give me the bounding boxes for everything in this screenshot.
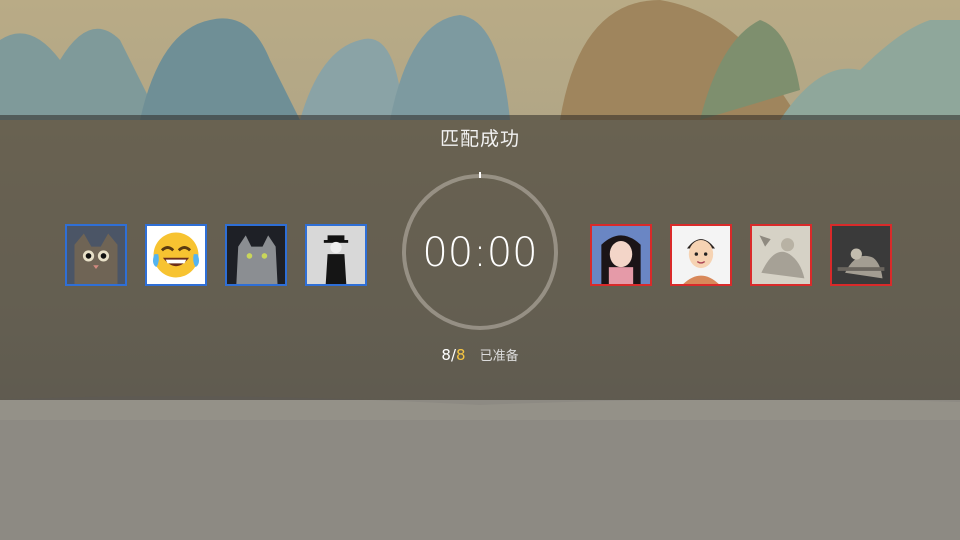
countdown-timer: 00:00 — [422, 230, 538, 276]
gray-cat-avatar[interactable] — [225, 224, 287, 286]
crying-laughing-emoji-avatar[interactable] — [145, 224, 207, 286]
anime-girl-avatar[interactable] — [590, 224, 652, 286]
match-title: 匹配成功 — [439, 128, 520, 150]
sketch-avatar[interactable] — [750, 224, 812, 286]
dark-sketch-avatar[interactable] — [830, 224, 892, 286]
cartoon-boy-avatar[interactable] — [670, 224, 732, 286]
ready-status: 8/8 已准备 — [0, 345, 960, 364]
ready-current-count: 8 — [441, 346, 451, 364]
cat-avatar[interactable] — [65, 224, 127, 286]
ready-label: 已准备 — [479, 349, 519, 364]
ready-total-count: 8 — [456, 346, 466, 364]
man-in-hat-avatar[interactable] — [305, 224, 367, 286]
